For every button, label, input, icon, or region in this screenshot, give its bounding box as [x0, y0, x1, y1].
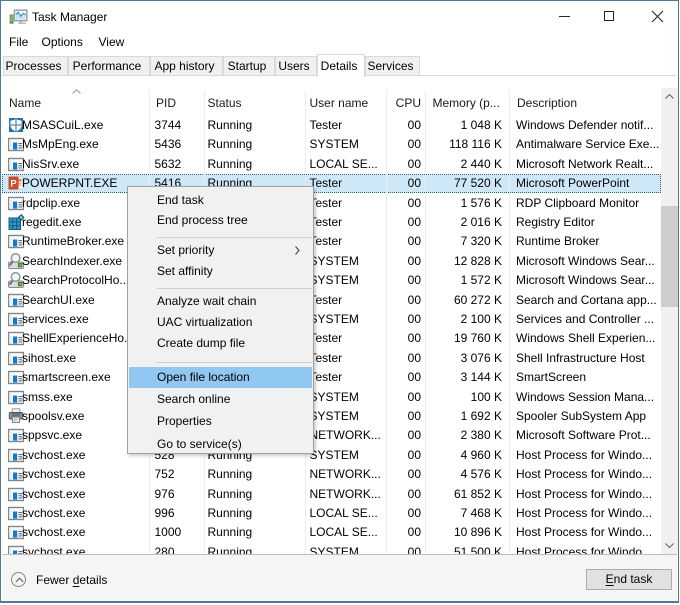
svg-text:P: P [10, 178, 16, 189]
